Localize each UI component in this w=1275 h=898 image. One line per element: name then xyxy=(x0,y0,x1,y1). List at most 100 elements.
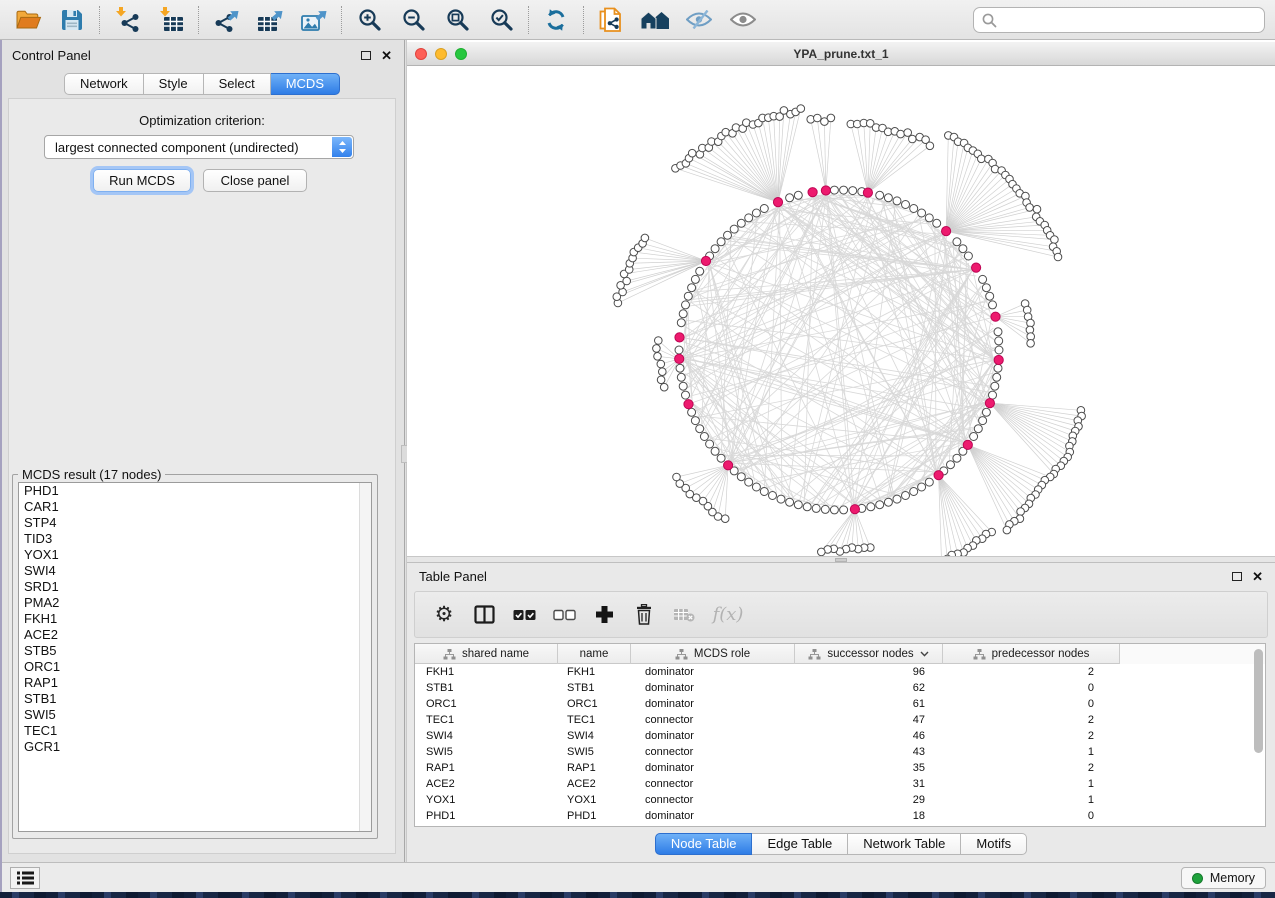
deselect-all-button[interactable] xyxy=(551,602,577,628)
mcds-result-item[interactable]: SWI5 xyxy=(19,707,371,723)
mcds-result-title: MCDS result (17 nodes) xyxy=(18,467,165,482)
horizontal-splitter-handle[interactable] xyxy=(835,558,847,562)
table-row[interactable]: YOX1YOX1connector291 xyxy=(415,792,1265,808)
table-scrollbar-thumb[interactable] xyxy=(1254,649,1263,753)
select-all-button[interactable] xyxy=(511,602,537,628)
optimization-criterion-label: Optimization criterion: xyxy=(9,113,395,128)
search-box xyxy=(973,7,1265,33)
show-panels-button[interactable] xyxy=(10,867,40,889)
import-table-button[interactable] xyxy=(149,3,193,37)
add-column-button[interactable] xyxy=(591,602,617,628)
search-input[interactable] xyxy=(1003,13,1256,28)
delete-table-button[interactable] xyxy=(671,602,697,628)
tab-node-table[interactable]: Node Table xyxy=(655,833,753,855)
new-network-from-selection-button[interactable] xyxy=(589,3,633,37)
export-table-button[interactable] xyxy=(248,3,292,37)
run-mcds-button[interactable]: Run MCDS xyxy=(93,169,191,192)
delete-column-button[interactable] xyxy=(631,602,657,628)
table-row[interactable]: RAP1RAP1dominator352 xyxy=(415,760,1265,776)
network-canvas[interactable] xyxy=(407,66,1275,556)
tab-edge-table[interactable]: Edge Table xyxy=(752,833,848,855)
network-window-titlebar: YPA_prune.txt_1 xyxy=(407,42,1275,66)
mcds-result-item[interactable]: RAP1 xyxy=(19,675,371,691)
mcds-result-item[interactable]: CAR1 xyxy=(19,499,371,515)
table-row[interactable]: PHD1PHD1dominator180 xyxy=(415,808,1265,824)
desktop-wallpaper-edge xyxy=(0,40,2,892)
mcds-result-item[interactable]: STP4 xyxy=(19,515,371,531)
function-builder-button[interactable]: f(x) xyxy=(711,602,745,628)
control-panel-tabs: NetworkStyleSelectMCDS xyxy=(0,73,404,95)
table-row[interactable]: SWI5SWI5connector431 xyxy=(415,744,1265,760)
export-image-icon xyxy=(300,7,328,33)
memory-button[interactable]: Memory xyxy=(1181,867,1266,889)
column-header-successor-nodes[interactable]: successor nodes xyxy=(795,644,943,664)
column-header-predecessor-nodes[interactable]: predecessor nodes xyxy=(943,644,1120,664)
column-header-empty xyxy=(1120,644,1265,664)
toolbar-separator xyxy=(99,6,100,34)
mcds-result-item[interactable]: TEC1 xyxy=(19,723,371,739)
table-row[interactable]: STB1STB1dominator620 xyxy=(415,680,1265,696)
float-panel-icon[interactable] xyxy=(361,51,371,60)
table-panel-header: Table Panel ✕ xyxy=(407,563,1275,589)
mcds-result-item[interactable]: ORC1 xyxy=(19,659,371,675)
tab-select[interactable]: Select xyxy=(204,73,271,95)
close-panel-button[interactable]: Close panel xyxy=(203,169,307,192)
column-header-shared-name[interactable]: shared name xyxy=(415,644,558,664)
open-file-button[interactable] xyxy=(6,3,50,37)
status-bar: Memory xyxy=(0,862,1275,892)
optimization-criterion-select[interactable]: largest connected component (undirected) xyxy=(44,135,354,159)
network-window-title: YPA_prune.txt_1 xyxy=(407,47,1275,61)
table-row[interactable]: TEC1TEC1connector472 xyxy=(415,712,1265,728)
export-image-button[interactable] xyxy=(292,3,336,37)
tab-network-table[interactable]: Network Table xyxy=(848,833,961,855)
refresh-view-button[interactable] xyxy=(534,3,578,37)
graph-leaf-nodes[interactable] xyxy=(613,105,1085,556)
mcds-result-item[interactable]: STB5 xyxy=(19,643,371,659)
float-table-panel-icon[interactable] xyxy=(1232,572,1242,581)
table-row[interactable]: SWI4SWI4dominator462 xyxy=(415,728,1265,744)
table-panel-title: Table Panel xyxy=(419,569,487,584)
mcds-result-item[interactable]: ACE2 xyxy=(19,627,371,643)
unchecked-boxes-icon xyxy=(553,609,576,621)
hide-selected-button[interactable] xyxy=(677,3,721,37)
mcds-result-item[interactable]: PMA2 xyxy=(19,595,371,611)
zoom-in-button[interactable] xyxy=(347,3,391,37)
show-all-button[interactable] xyxy=(721,3,765,37)
mcds-result-item[interactable]: FKH1 xyxy=(19,611,371,627)
zoom-selected-button[interactable] xyxy=(479,3,523,37)
fx-icon: f(x) xyxy=(713,604,744,625)
tab-motifs[interactable]: Motifs xyxy=(961,833,1027,855)
show-columns-button[interactable] xyxy=(471,602,497,628)
save-session-button[interactable] xyxy=(50,3,94,37)
mcds-result-item[interactable]: SRD1 xyxy=(19,579,371,595)
zoom-selected-icon xyxy=(489,7,514,32)
zoom-out-button[interactable] xyxy=(391,3,435,37)
mcds-result-item[interactable]: STB1 xyxy=(19,691,371,707)
network-graph[interactable] xyxy=(407,66,1275,556)
table-settings-button[interactable]: ⚙ xyxy=(431,602,457,628)
table-row[interactable]: ACE2ACE2connector311 xyxy=(415,776,1265,792)
mcds-result-item[interactable]: PHD1 xyxy=(19,483,371,499)
tab-mcds[interactable]: MCDS xyxy=(271,73,340,95)
close-table-panel-icon[interactable]: ✕ xyxy=(1252,570,1263,583)
column-header-mcds-role[interactable]: MCDS role xyxy=(631,644,795,664)
control-panel: Control Panel ✕ NetworkStyleSelectMCDS O… xyxy=(0,40,404,862)
export-network-button[interactable] xyxy=(204,3,248,37)
mcds-result-item[interactable]: YOX1 xyxy=(19,547,371,563)
first-neighbors-button[interactable] xyxy=(633,3,677,37)
mcds-result-scrollbar[interactable] xyxy=(359,483,371,831)
mcds-result-item[interactable]: GCR1 xyxy=(19,739,371,755)
mcds-result-item[interactable]: SWI4 xyxy=(19,563,371,579)
close-panel-icon[interactable]: ✕ xyxy=(381,49,392,62)
graph-edges xyxy=(683,194,995,506)
tab-network[interactable]: Network xyxy=(64,73,144,95)
horizontal-splitter[interactable] xyxy=(407,556,1275,563)
tab-style[interactable]: Style xyxy=(144,73,204,95)
column-header-name[interactable]: name xyxy=(558,644,631,664)
mcds-result-item[interactable]: TID3 xyxy=(19,531,371,547)
table-row[interactable]: ORC1ORC1dominator610 xyxy=(415,696,1265,712)
table-row[interactable]: FKH1FKH1dominator962 xyxy=(415,664,1265,680)
import-network-button[interactable] xyxy=(105,3,149,37)
table-toolbar: ⚙ xyxy=(414,591,1268,638)
zoom-fit-button[interactable] xyxy=(435,3,479,37)
